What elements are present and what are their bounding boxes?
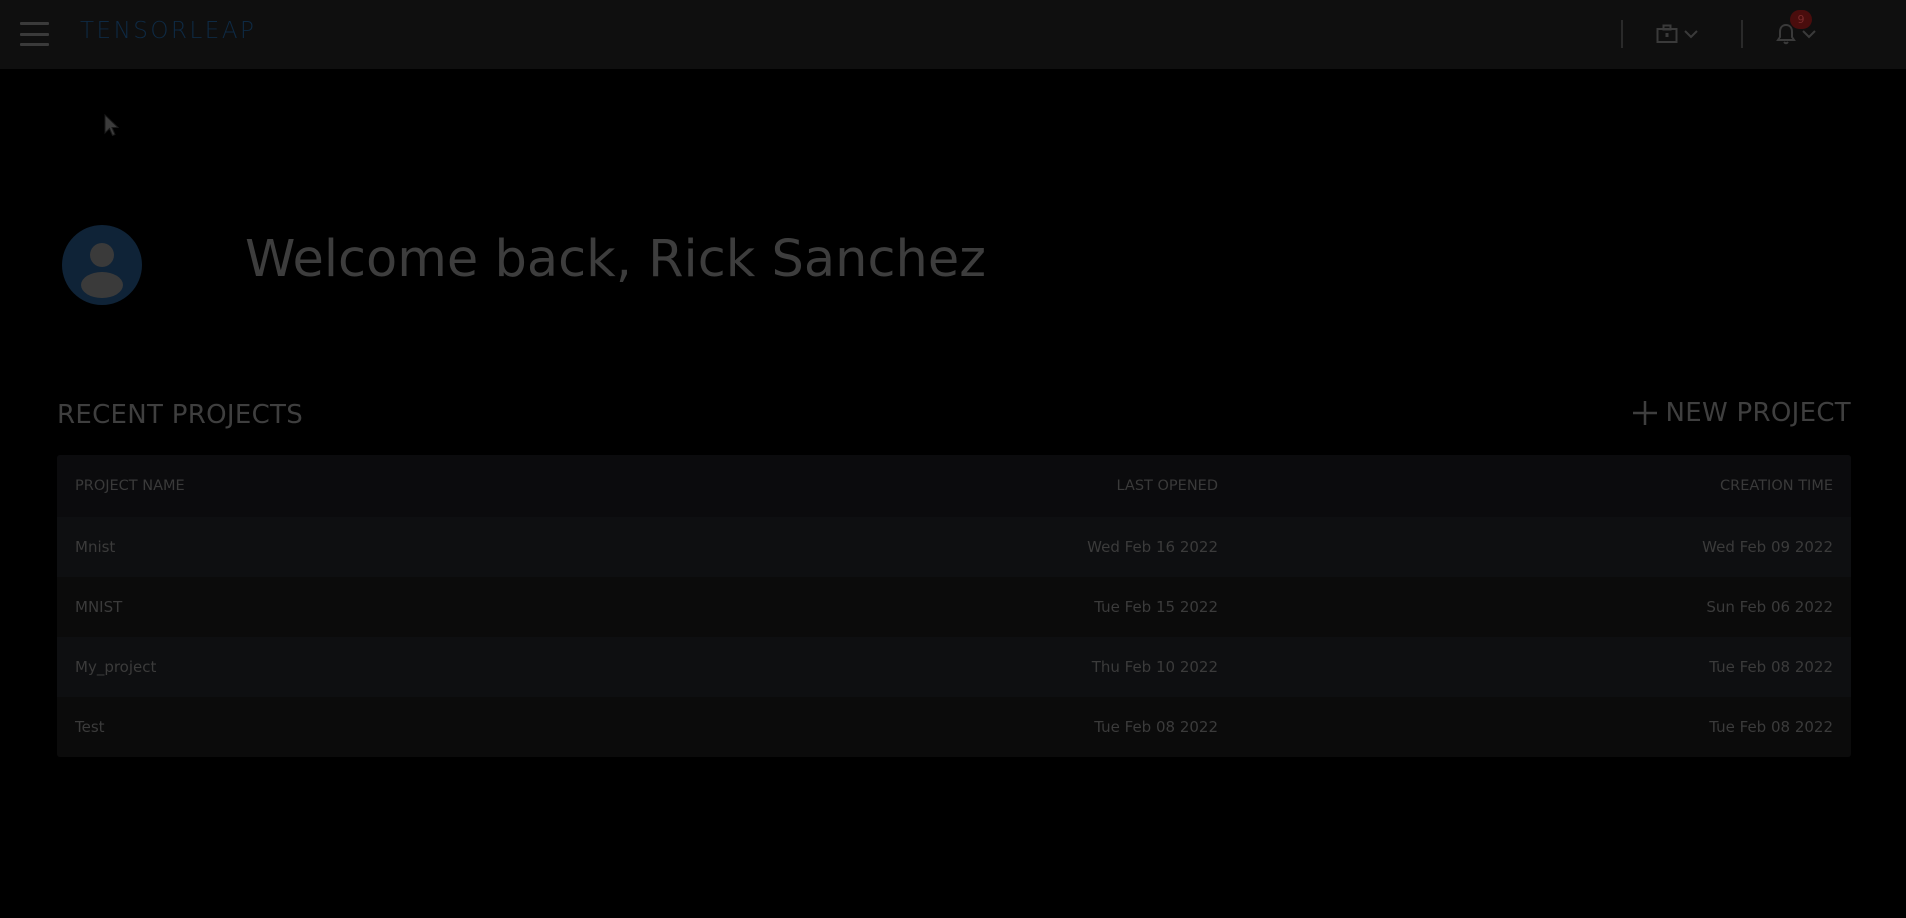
topbar-divider	[1621, 20, 1623, 48]
top-navigation-bar: TENSORLEAP 9	[0, 0, 1906, 69]
project-name-cell: Test	[75, 718, 105, 736]
avatar[interactable]	[62, 225, 142, 305]
welcome-message: Welcome back, Rick Sanchez	[245, 230, 986, 289]
project-name-cell: My_project	[75, 658, 157, 676]
table-header: PROJECT NAME LAST OPENED CREATION TIME	[57, 455, 1851, 517]
last-opened-cell: Tue Feb 15 2022	[1094, 598, 1218, 616]
last-opened-cell: Thu Feb 10 2022	[1091, 658, 1218, 676]
recent-projects-table: PROJECT NAME LAST OPENED CREATION TIME M…	[57, 455, 1851, 757]
new-project-label: NEW PROJECT	[1665, 398, 1851, 428]
creation-time-cell: Sun Feb 06 2022	[1706, 598, 1833, 616]
chevron-down-icon	[1802, 30, 1816, 39]
column-header-creation-time[interactable]: CREATION TIME	[1720, 455, 1833, 517]
chevron-down-icon	[1684, 30, 1698, 39]
project-name-cell: MNIST	[75, 598, 123, 616]
menu-icon[interactable]	[20, 22, 49, 46]
app-logo[interactable]: TENSORLEAP	[80, 18, 256, 44]
table-row[interactable]: My_project Thu Feb 10 2022 Tue Feb 08 20…	[57, 637, 1851, 697]
briefcase-icon	[1656, 24, 1678, 43]
creation-time-cell: Tue Feb 08 2022	[1709, 718, 1833, 736]
recent-projects-title: RECENT PROJECTS	[57, 400, 304, 430]
topbar-divider	[1741, 20, 1743, 48]
creation-time-cell: Wed Feb 09 2022	[1702, 538, 1833, 556]
cursor-icon	[104, 114, 120, 137]
table-row[interactable]: Mnist Wed Feb 16 2022 Wed Feb 09 2022	[57, 517, 1851, 577]
creation-time-cell: Tue Feb 08 2022	[1709, 658, 1833, 676]
welcome-header: Welcome back, Rick Sanchez	[62, 224, 986, 306]
new-project-button[interactable]: NEW PROJECT	[1632, 398, 1852, 428]
organization-menu-button[interactable]	[1656, 18, 1698, 50]
table-row[interactable]: Test Tue Feb 08 2022 Tue Feb 08 2022	[57, 697, 1851, 757]
plus-icon	[1632, 401, 1657, 425]
column-header-project-name[interactable]: PROJECT NAME	[75, 455, 185, 517]
table-row[interactable]: MNIST Tue Feb 15 2022 Sun Feb 06 2022	[57, 577, 1851, 637]
project-name-cell: Mnist	[75, 538, 116, 556]
notification-count-badge: 9	[1790, 10, 1812, 29]
last-opened-cell: Wed Feb 16 2022	[1087, 538, 1218, 556]
column-header-last-opened[interactable]: LAST OPENED	[1117, 455, 1219, 517]
last-opened-cell: Tue Feb 08 2022	[1094, 718, 1218, 736]
user-icon	[81, 243, 123, 298]
